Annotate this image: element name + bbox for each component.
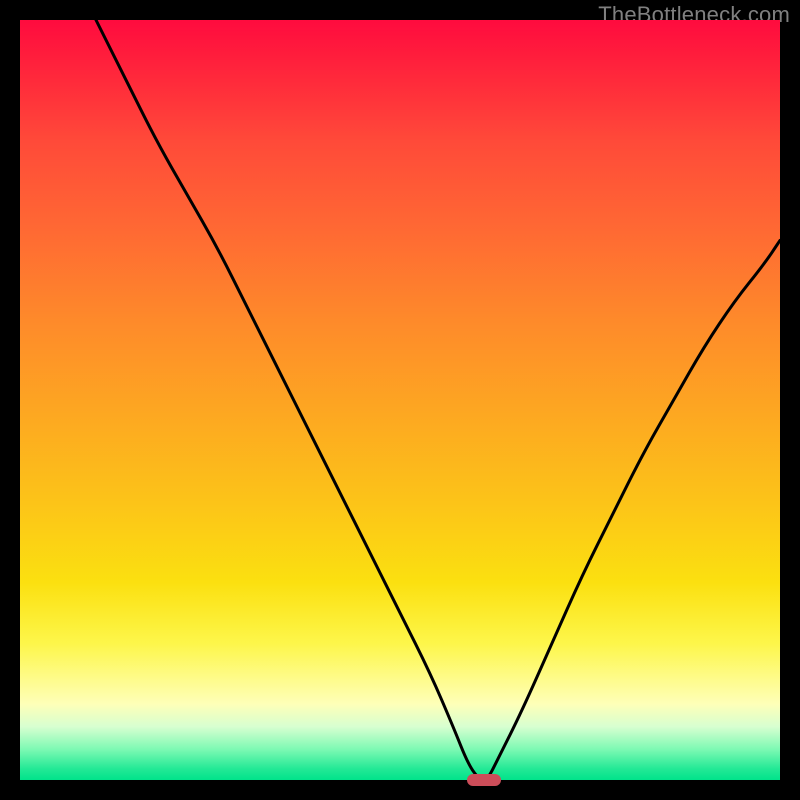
curve-path (96, 20, 780, 780)
chart-frame: TheBottleneck.com (0, 0, 800, 800)
minimum-marker (467, 774, 501, 786)
plot-area (20, 20, 780, 780)
bottleneck-curve (20, 20, 780, 780)
